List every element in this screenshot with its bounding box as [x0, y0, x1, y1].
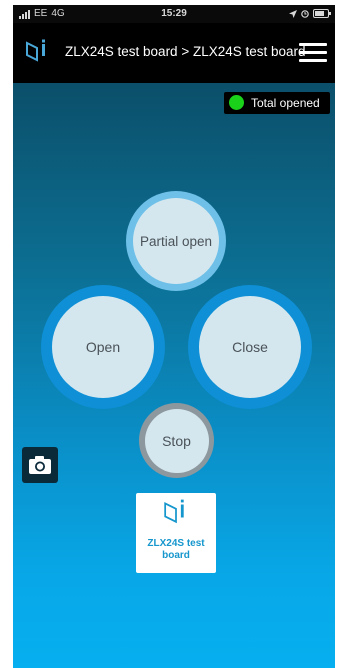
- partial-open-label: Partial open: [133, 198, 219, 284]
- status-right: [289, 9, 331, 18]
- main-content: Total opened Partial open Open Close Sto…: [13, 83, 335, 668]
- device-logo-icon: [164, 499, 184, 524]
- brand-logo-icon: [26, 39, 45, 62]
- page-title: ZLX24S test board > ZLX24S test board: [65, 44, 306, 59]
- status-bar: EE 4G 15:29: [13, 5, 335, 23]
- status-led-icon: [229, 95, 244, 110]
- battery-icon: [313, 9, 331, 18]
- open-button[interactable]: Open: [41, 285, 165, 409]
- open-label: Open: [52, 296, 154, 398]
- camera-button[interactable]: [22, 447, 58, 483]
- phone-screen: EE 4G 15:29 ZLX24S test board > ZLX24S t…: [13, 5, 335, 668]
- close-label: Close: [199, 296, 301, 398]
- status-badge-label: Total opened: [251, 96, 320, 110]
- status-time: 15:29: [161, 8, 187, 19]
- location-arrow-icon: [289, 9, 297, 18]
- close-button[interactable]: Close: [188, 285, 312, 409]
- stop-label: Stop: [144, 408, 209, 473]
- navigation-bar: ZLX24S test board > ZLX24S test board: [13, 23, 335, 83]
- device-card-label: ZLX24S test board: [147, 538, 205, 561]
- alarm-icon: [301, 9, 309, 18]
- camera-icon: [29, 456, 51, 474]
- stop-button[interactable]: Stop: [139, 403, 214, 478]
- hamburger-menu-icon[interactable]: [299, 42, 327, 64]
- partial-open-button[interactable]: Partial open: [126, 191, 226, 291]
- device-card[interactable]: ZLX24S test board: [136, 493, 216, 573]
- status-badge: Total opened: [224, 92, 330, 114]
